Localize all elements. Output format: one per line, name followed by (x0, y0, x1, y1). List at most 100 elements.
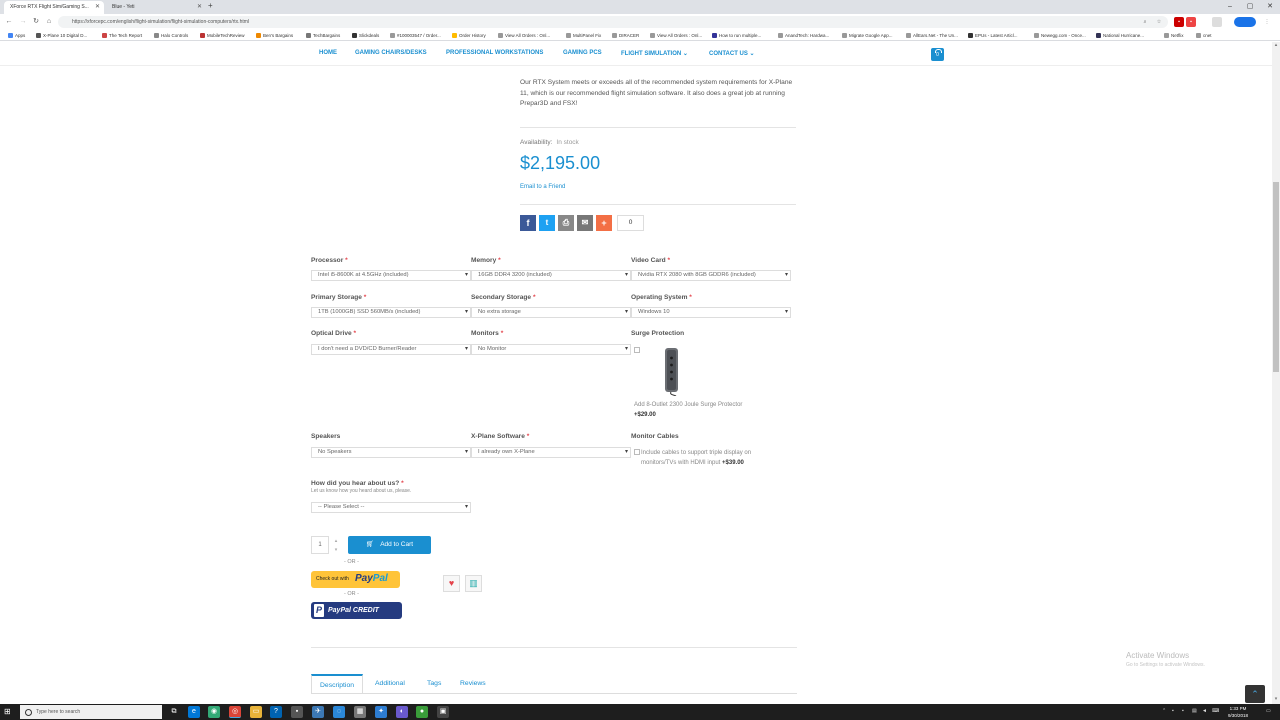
tab-yeti[interactable]: Blue - Yeti ✕ (106, 1, 206, 14)
chrome-icon[interactable]: ◎ (229, 706, 241, 718)
paypal-checkout-button[interactable]: Check out with PayPal (311, 571, 400, 588)
bookmark-item[interactable]: cnet (1196, 31, 1212, 40)
nav-workstations[interactable]: PROFESSIONAL WORKSTATIONS (446, 50, 543, 56)
monitor-cables-checkbox[interactable] (634, 449, 640, 455)
bookmark-item[interactable]: Newegg.com - Once... (1034, 31, 1086, 40)
bookmark-item[interactable]: Migrate Google App... (842, 31, 893, 40)
optical-drive-select[interactable]: I don't need a DVD/CD Burner/Reader (311, 344, 471, 355)
nav-gaming-pcs[interactable]: GAMING PCS (563, 50, 602, 56)
more-share-icon[interactable]: + (596, 215, 612, 231)
surge-protection-checkbox[interactable] (634, 347, 640, 353)
add-to-cart-button[interactable]: 🛒︎ Add to Cart (348, 536, 431, 554)
page-scrollbar[interactable]: ▴ ▾ (1272, 42, 1280, 704)
bookmark-item[interactable]: AllEars.Net - The Un... (906, 31, 958, 40)
operating-system-select[interactable]: Windows 10 (631, 307, 791, 318)
processor-select[interactable]: Intel i5-8600K at 4.5GHz (included) (311, 270, 471, 281)
bookmark-item[interactable]: Ben's Bargains (256, 31, 293, 40)
calculator-icon[interactable]: ▦ (354, 706, 366, 718)
scroll-up-icon[interactable]: ▴ (1272, 42, 1280, 50)
bookmark-item[interactable]: How to run multiple... (712, 31, 761, 40)
bookmark-item[interactable]: MobileTechReview (200, 31, 245, 40)
taskbar-search-input[interactable]: Type here to search (20, 705, 162, 719)
back-icon[interactable]: ← (4, 16, 14, 28)
app-icon[interactable]: ✦ (375, 706, 387, 718)
app-icon[interactable]: ● (416, 706, 428, 718)
memory-select[interactable]: 16GB DDR4 3200 (included) (471, 270, 631, 281)
compare-chart-icon[interactable]: ▥ (465, 575, 482, 592)
forward-icon[interactable]: → (18, 16, 28, 28)
maximize-icon[interactable]: ▢ (1240, 0, 1260, 14)
app-icon[interactable]: ◐ (396, 706, 408, 718)
app-icon[interactable]: ▪ (291, 706, 303, 718)
tab-reviews[interactable]: Reviews (452, 674, 494, 694)
bookmark-item[interactable]: National Hurricane... (1096, 31, 1144, 40)
tab-description[interactable]: Description (311, 674, 363, 694)
bookmark-item[interactable]: View All Orders : Onl... (498, 31, 550, 40)
volume-icon[interactable]: ◄ (1202, 708, 1208, 716)
email-friend-link[interactable]: Email to a Friend (520, 184, 565, 190)
extension-icon[interactable] (1212, 17, 1222, 27)
bookmark-item[interactable]: Slickdeals (352, 31, 379, 40)
bookmark-item[interactable]: X-Plane 10 Digital D... (36, 31, 87, 40)
bookmark-item[interactable]: TechBargains (306, 31, 340, 40)
bookmark-item[interactable]: View All Orders : Onl... (650, 31, 702, 40)
bookmark-item[interactable]: EPUs - Latest Articl... (968, 31, 1018, 40)
task-view-icon[interactable]: ⧉ (168, 706, 180, 718)
edge-icon[interactable]: e (188, 706, 200, 718)
qty-decrease-icon[interactable]: ▾ (331, 546, 341, 554)
reload-icon[interactable]: ↻ (31, 16, 41, 28)
new-tab-icon[interactable]: + (208, 1, 213, 10)
tab-tags[interactable]: Tags (419, 674, 449, 694)
close-window-icon[interactable]: ✕ (1260, 0, 1280, 14)
bookmark-item[interactable]: #100003547 / Order... (390, 31, 441, 40)
bookmark-item[interactable]: Apps (8, 31, 25, 40)
bookmark-item[interactable]: The Tech Report (102, 31, 142, 40)
hear-about-select[interactable]: -- Please Select -- (311, 502, 471, 513)
app-icon[interactable]: ◌ (333, 706, 345, 718)
scroll-down-icon[interactable]: ▾ (1272, 696, 1280, 704)
nav-gaming-chairs[interactable]: GAMING CHAIRS/DESKS (355, 50, 427, 56)
extension-icon[interactable]: ▪ (1186, 17, 1196, 27)
profile-icon[interactable] (1234, 17, 1256, 27)
paypal-credit-button[interactable]: PayPal CREDIT (311, 602, 402, 619)
browser-icon[interactable]: ◉ (208, 706, 220, 718)
taskbar-clock[interactable]: 1:33 PM 9/30/2018 (1228, 705, 1248, 719)
tab-additional[interactable]: Additional (367, 674, 413, 694)
scroll-thumb[interactable] (1273, 182, 1279, 372)
url-bar[interactable]: https://xforcepc.com/english/flight-simu… (58, 16, 1168, 28)
quantity-input[interactable]: 1 (311, 536, 329, 554)
bookmark-item[interactable]: Halo Controls (154, 31, 188, 40)
network-icon[interactable]: ▤ (1192, 708, 1198, 716)
keyboard-icon[interactable]: ⌨ (1212, 708, 1219, 716)
windows-start-icon[interactable]: ⊞ (4, 707, 14, 717)
nav-home[interactable]: HOME (319, 50, 337, 56)
monitors-select[interactable]: No Monitor (471, 344, 631, 355)
tab-xforce[interactable]: XForce RTX Flight Sim/Gaming S... ✕ (4, 1, 104, 14)
app-icon[interactable]: ▣ (437, 706, 449, 718)
tray-icon[interactable]: ⌃ (1162, 708, 1168, 716)
secondary-storage-select[interactable]: No extra storage (471, 307, 631, 318)
facebook-icon[interactable]: f (520, 215, 536, 231)
cart-icon[interactable]: 0 (931, 48, 944, 61)
bookmark-star-icon[interactable]: ☆ (1154, 17, 1164, 27)
help-icon[interactable]: ? (270, 706, 282, 718)
speakers-select[interactable]: No Speakers (311, 447, 471, 458)
home-icon[interactable]: ⌂ (44, 16, 54, 28)
bookmark-item[interactable]: MultiPanel Fix (566, 31, 601, 40)
email-icon[interactable]: ✉ (577, 215, 593, 231)
tray-icon[interactable]: ▪ (1182, 708, 1188, 716)
notifications-icon[interactable]: ▭ (1266, 708, 1272, 716)
search-icon[interactable]: ⌕ (1140, 17, 1150, 27)
twitter-icon[interactable]: t (539, 215, 555, 231)
menu-icon[interactable]: ⋮ (1262, 17, 1272, 27)
nav-contact-us[interactable]: CONTACT US ⌄ (709, 50, 755, 57)
bookmark-item[interactable]: Order History (452, 31, 486, 40)
bookmark-item[interactable]: DIRACER (612, 31, 639, 40)
file-explorer-icon[interactable]: ▭ (250, 706, 262, 718)
minimize-icon[interactable]: – (1220, 0, 1240, 14)
close-tab-icon[interactable]: ✕ (197, 1, 202, 14)
bookmark-item[interactable]: AnandTech: Hardwa... (778, 31, 829, 40)
video-card-select[interactable]: Nvidia RTX 2080 with 8GB GDDR6 (included… (631, 270, 791, 281)
wishlist-heart-icon[interactable]: ♥ (443, 575, 460, 592)
primary-storage-select[interactable]: 1TB (1000GB) SSD 560MB/s (included) (311, 307, 471, 318)
